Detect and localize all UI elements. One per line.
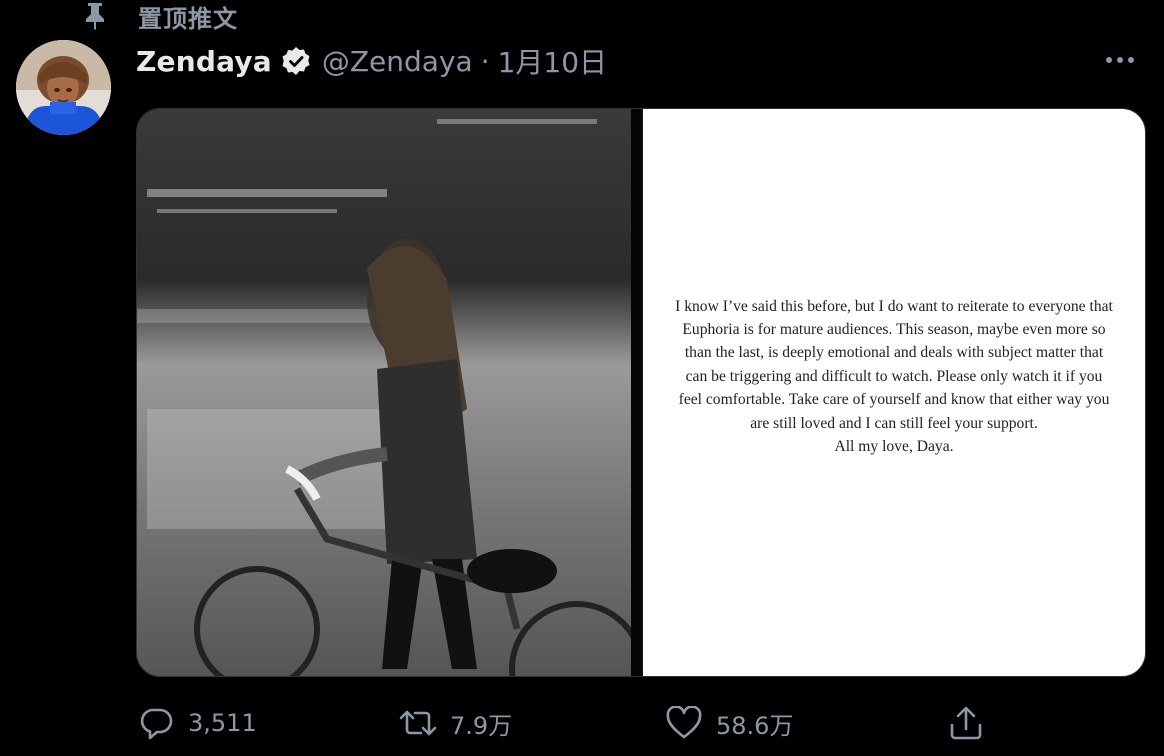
reply-count: 3,511 xyxy=(188,709,257,737)
statement-text: I know I’ve said this before, but I do w… xyxy=(674,295,1114,459)
separator-dot: · xyxy=(480,44,490,78)
tweet-header: Zendaya @Zendaya · 1月10日 xyxy=(136,40,1140,82)
user-handle[interactable]: @Zendaya xyxy=(322,45,473,78)
statement-signoff: All my love, Daya. xyxy=(834,438,954,456)
retweet-count: 7.9万 xyxy=(450,711,513,740)
like-count: 58.6万 xyxy=(716,711,794,740)
share-button[interactable] xyxy=(946,700,986,746)
bicycle-photo[interactable] xyxy=(137,109,645,676)
heart-icon xyxy=(664,703,704,743)
pin-icon xyxy=(82,1,108,31)
avatar[interactable] xyxy=(16,40,111,135)
display-name[interactable]: Zendaya xyxy=(136,45,272,78)
reply-icon xyxy=(136,703,176,743)
tweet-date[interactable]: 1月10日 xyxy=(498,41,607,81)
share-icon xyxy=(946,703,986,743)
pinned-label: 置顶推文 xyxy=(138,4,238,33)
statement-image[interactable]: I know I’ve said this before, but I do w… xyxy=(643,109,1145,676)
pinned-indicator: 置顶推文 xyxy=(82,0,238,33)
reply-button[interactable]: 3,511 xyxy=(136,700,257,746)
retweet-icon xyxy=(398,703,438,743)
tweet-media[interactable]: I know I’ve said this before, but I do w… xyxy=(136,108,1146,677)
verified-badge-icon xyxy=(280,45,312,77)
statement-body: I know I’ve said this before, but I do w… xyxy=(675,297,1113,432)
retweet-button[interactable]: 7.9万 xyxy=(398,700,512,746)
like-button[interactable]: 58.6万 xyxy=(664,700,793,746)
more-options-icon[interactable] xyxy=(1100,42,1140,78)
photo-divider xyxy=(631,109,641,676)
tweet-actions: 3,511 7.9万 58.6万 xyxy=(136,700,1016,746)
